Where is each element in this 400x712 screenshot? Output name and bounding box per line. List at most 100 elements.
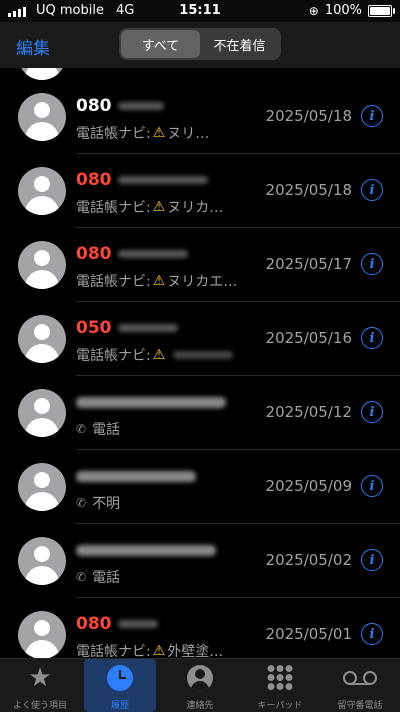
- call-subtitle: 電話帳ナビ: ⚠ ヌリカエ…: [76, 271, 237, 291]
- redacted-number: [117, 620, 158, 628]
- info-button[interactable]: i: [361, 475, 383, 497]
- segment-all[interactable]: すべて: [121, 30, 200, 58]
- segment-missed[interactable]: 不在着信: [200, 30, 279, 58]
- caller-number: 080: [76, 614, 112, 634]
- call-detail: ヌリカエ…: [167, 274, 238, 290]
- call-label: 電話帳ナビ:: [76, 348, 151, 364]
- info-button[interactable]: i: [361, 179, 383, 201]
- caller-number: 080: [76, 96, 112, 116]
- info-button[interactable]: i: [361, 549, 383, 571]
- tab-label: 履歴: [110, 701, 129, 711]
- avatar: [18, 93, 66, 141]
- redacted-number: [117, 324, 178, 332]
- redacted-detail: [173, 351, 234, 359]
- redacted-name: [76, 396, 226, 408]
- call-row[interactable]: ✆ 不明 2025/05/09 i: [0, 450, 400, 524]
- caller-name: [76, 392, 226, 412]
- warning-icon: ⚠: [152, 643, 166, 658]
- call-subtitle: 電話帳ナビ: ⚠ ヌリ…: [76, 123, 209, 143]
- caller-name: 080: [76, 614, 158, 634]
- recents-list: 080 電話帳ナビ: ⚠ ヌリ… 2025/05/18 i 080 電話帳ナビ: ⚠ ヌ…: [0, 68, 400, 658]
- call-detail: ヌリカ…: [167, 200, 224, 216]
- call-label: 不明: [92, 496, 121, 512]
- call-label: 電話帳ナビ:: [76, 644, 151, 658]
- redacted-number: [117, 250, 188, 258]
- call-label: 電話: [92, 422, 121, 438]
- battery-percent: 100%: [324, 3, 362, 18]
- caller-name: 080: [76, 170, 208, 190]
- tab-favorites[interactable]: ★ よく使う項目: [0, 659, 80, 712]
- avatar: [18, 68, 66, 80]
- call-row[interactable]: ✆ 電話 2025/05/02 i: [0, 524, 400, 598]
- call-row[interactable]: 080 電話帳ナビ: ⚠ ヌリカエ… 2025/05/17 i: [0, 228, 400, 302]
- caller-name: 080: [76, 96, 164, 116]
- phone-icon: ✆: [76, 496, 87, 510]
- call-label: 電話帳ナビ:: [76, 126, 151, 142]
- clock-icon: [107, 665, 133, 691]
- tab-contacts[interactable]: 連絡先: [160, 659, 240, 712]
- call-date: 2025/05/02: [265, 551, 352, 569]
- avatar: [18, 241, 66, 289]
- avatar: [18, 537, 66, 585]
- avatar: [18, 463, 66, 511]
- call-label: 電話: [92, 570, 121, 586]
- caller-number: 080: [76, 170, 112, 190]
- warning-icon: ⚠: [152, 125, 166, 141]
- call-detail: 外壁塗…: [167, 644, 224, 658]
- person-icon: [187, 665, 213, 691]
- tab-voicemail[interactable]: 留守番電話: [320, 659, 400, 712]
- recents-filter: すべて 不在着信: [119, 28, 281, 60]
- tab-label: 留守番電話: [337, 701, 383, 711]
- avatar: [18, 389, 66, 437]
- call-subtitle: ✆ 電話: [76, 567, 120, 587]
- info-button[interactable]: i: [361, 623, 383, 645]
- avatar: [18, 611, 66, 658]
- call-date: 2025/05/09: [265, 477, 352, 495]
- call-row[interactable]: 050 電話帳ナビ: ⚠ 2025/05/16 i: [0, 302, 400, 376]
- call-date: 2025/05/01: [265, 625, 352, 643]
- call-date: 2025/05/12: [265, 403, 352, 421]
- call-row[interactable]: 080 電話帳ナビ: ⚠ 外壁塗… 2025/05/01 i: [0, 598, 400, 658]
- warning-icon: ⚠: [152, 347, 166, 363]
- caller-name: 080: [76, 244, 188, 264]
- tab-label: よく使う項目: [12, 701, 67, 711]
- call-subtitle: ✆ 不明: [76, 493, 120, 513]
- edit-button[interactable]: 編集: [16, 34, 50, 59]
- caller-number: 050: [76, 318, 112, 338]
- caller-number: 080: [76, 244, 112, 264]
- info-button[interactable]: i: [361, 105, 383, 127]
- call-row[interactable]: 080 電話帳ナビ: ⚠ ヌリ… 2025/05/18 i: [0, 80, 400, 154]
- tab-keypad[interactable]: キーパッド: [240, 659, 320, 712]
- call-label: 電話帳ナビ:: [76, 274, 151, 290]
- redacted-name: [76, 544, 216, 556]
- call-label: 電話帳ナビ:: [76, 200, 151, 216]
- redacted-name: [76, 470, 196, 482]
- call-date: 2025/05/18: [265, 107, 352, 125]
- tab-label: 連絡先: [186, 701, 214, 711]
- call-row[interactable]: 080 電話帳ナビ: ⚠ ヌリカ… 2025/05/18 i: [0, 154, 400, 228]
- partial-row: [0, 68, 400, 80]
- phone-icon: ✆: [76, 422, 87, 436]
- info-button[interactable]: i: [361, 327, 383, 349]
- keypad-icon: [267, 665, 293, 690]
- status-bar: UQ mobile 4G 15:11 ⊕ 100%: [0, 0, 400, 22]
- phone-icon: ✆: [76, 570, 87, 584]
- avatar: [18, 167, 66, 215]
- caller-name: [76, 540, 216, 560]
- call-date: 2025/05/17: [265, 255, 352, 273]
- avatar: [18, 315, 66, 363]
- redacted-number: [117, 102, 164, 110]
- call-row[interactable]: ✆ 電話 2025/05/12 i: [0, 376, 400, 450]
- caller-name: [76, 466, 196, 486]
- star-icon: ★: [28, 663, 52, 693]
- call-detail: ヌリ…: [167, 126, 210, 142]
- call-date: 2025/05/16: [265, 329, 352, 347]
- call-subtitle: 電話帳ナビ: ⚠ ヌリカ…: [76, 197, 223, 217]
- nav-bar: 編集 すべて 不在着信: [0, 22, 400, 68]
- call-date: 2025/05/18: [265, 181, 352, 199]
- warning-icon: ⚠: [152, 199, 166, 215]
- tab-bar: ★ よく使う項目 履歴 連絡先 キーパッド 留守番電話: [0, 658, 400, 712]
- info-button[interactable]: i: [361, 253, 383, 275]
- info-button[interactable]: i: [361, 401, 383, 423]
- tab-recents[interactable]: 履歴: [80, 659, 160, 712]
